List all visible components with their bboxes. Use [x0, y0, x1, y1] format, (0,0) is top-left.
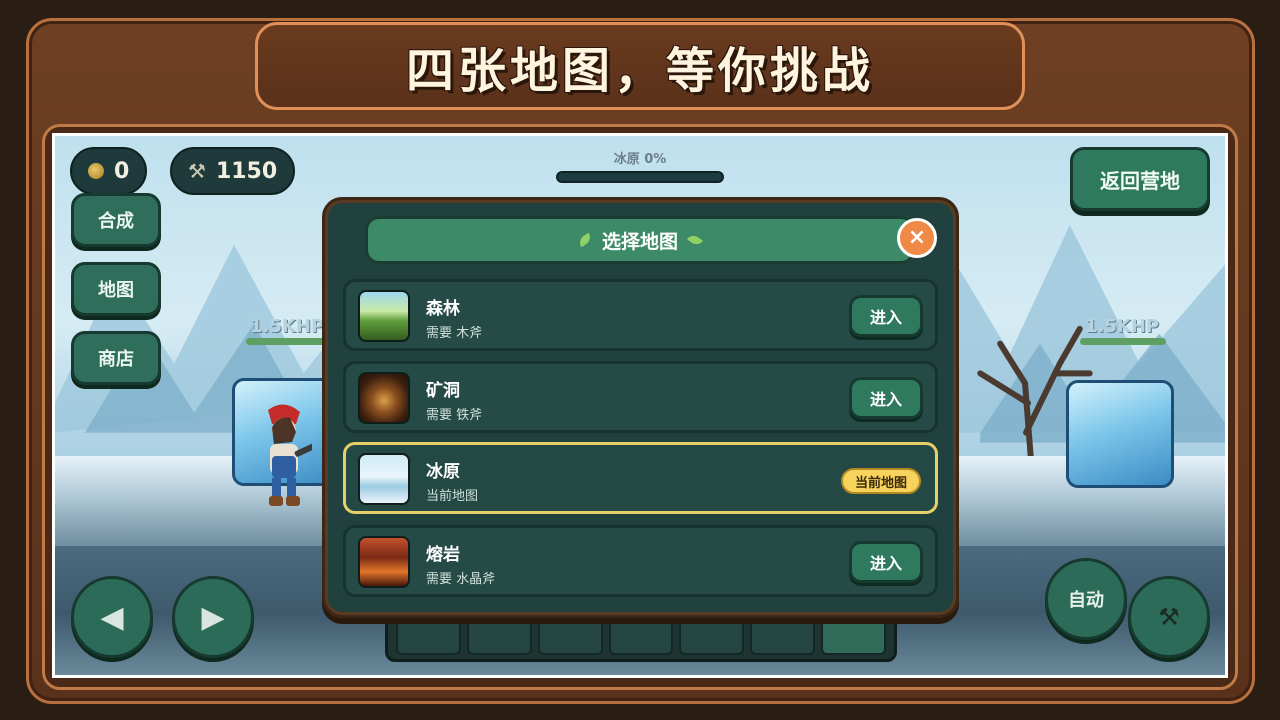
hotbar-slot[interactable] [396, 617, 461, 655]
craft-button[interactable]: 合成 [71, 193, 161, 247]
map-name: 熔岩 [426, 545, 460, 565]
map-requirement: 需要 铁斧 [426, 408, 483, 423]
axe-power-value: 1150 [215, 158, 278, 184]
map-row-forest[interactable]: 森林 需要 木斧 进入 [343, 279, 938, 351]
map-row-mine[interactable]: 矿洞 需要 铁斧 进入 [343, 361, 938, 433]
axe-icon: ⚒ [1158, 603, 1180, 631]
enemy-hp-label: 1.5KHP [250, 316, 325, 337]
move-left-button[interactable]: ◀ [71, 576, 153, 658]
dialog-header: 选择地图 [365, 216, 915, 264]
close-icon: × [907, 225, 927, 250]
map-row-ice[interactable]: 冰原 当前地图 当前地图 [343, 442, 938, 514]
map-row-lava[interactable]: 熔岩 需要 水晶斧 进入 [343, 525, 938, 597]
hotbar-slot[interactable] [537, 617, 603, 655]
map-progress-label: 冰原 0% [613, 152, 667, 167]
move-right-button[interactable]: ▶ [172, 576, 254, 658]
right-arrow-icon: ▶ [201, 599, 225, 635]
map-name: 冰原 [426, 462, 460, 482]
hotbar-slot[interactable] [608, 617, 674, 655]
hotbar-slot[interactable] [750, 617, 816, 655]
map-progress-bar [556, 171, 724, 183]
map-button[interactable]: 地图 [71, 262, 161, 316]
dialog-title: 选择地图 [601, 230, 678, 253]
left-arrow-icon: ◀ [100, 599, 124, 635]
enter-button[interactable]: 进入 [849, 295, 923, 337]
ice-thumbnail [358, 453, 410, 505]
hotbar-slot[interactable] [679, 617, 745, 655]
enter-button[interactable]: 进入 [849, 377, 923, 419]
map-requirement: 需要 水晶斧 [426, 572, 496, 587]
map-status: 当前地图 [426, 489, 479, 504]
page-title: 四张地图，等你挑战 [405, 43, 874, 99]
map-name: 森林 [426, 299, 460, 319]
coin-count: 0 [114, 158, 130, 184]
mine-thumbnail [358, 372, 410, 424]
lava-thumbnail [358, 536, 410, 588]
title-banner: 四张地图，等你挑战 [255, 22, 1025, 110]
axe-icon: ⚒ [188, 159, 206, 183]
attack-button[interactable]: ⚒ [1128, 576, 1210, 658]
forest-thumbnail [358, 290, 410, 342]
map-requirement: 需要 木斧 [426, 326, 483, 341]
hotbar-slot[interactable] [821, 617, 887, 655]
close-button[interactable]: × [897, 218, 937, 258]
enemy-hp-bar [246, 338, 326, 345]
current-map-badge: 当前地图 [840, 468, 921, 494]
enemy-hp-label: 1.5KHP [1085, 316, 1160, 337]
player-character [268, 404, 312, 506]
leaf-icon [576, 232, 594, 248]
coin-counter: 0 [70, 147, 148, 195]
ice-block-enemy[interactable] [1066, 380, 1174, 488]
hotbar-slot[interactable] [466, 617, 532, 655]
map-name: 矿洞 [426, 381, 460, 401]
coin-icon [88, 163, 104, 179]
enter-button[interactable]: 进入 [849, 541, 923, 583]
leaf-icon [686, 232, 704, 248]
shop-button[interactable]: 商店 [71, 331, 161, 385]
axe-power-counter: ⚒ 1150 [170, 147, 296, 195]
enemy-hp-bar [1080, 338, 1166, 345]
auto-button[interactable]: 自动 [1045, 558, 1127, 640]
return-camp-button[interactable]: 返回营地 [1070, 147, 1210, 211]
